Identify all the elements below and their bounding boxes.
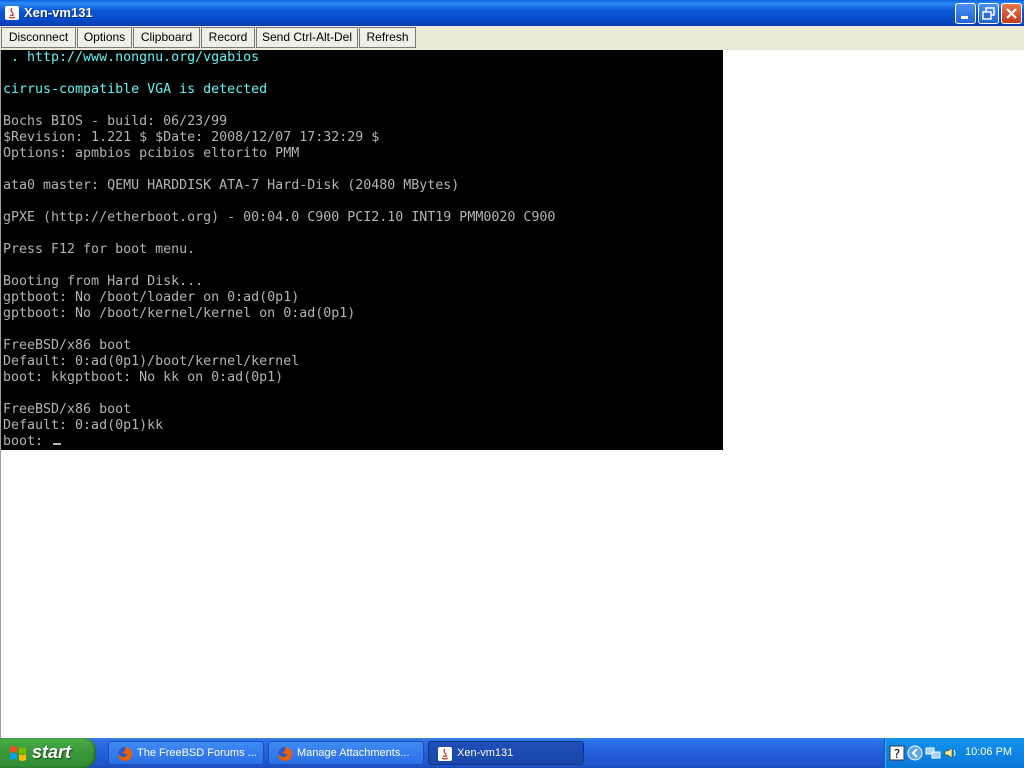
console-line: Bochs BIOS - build: 06/23/99 [3, 114, 228, 129]
console-line: Booting from Hard Disk... [3, 274, 204, 289]
start-button[interactable]: start [0, 738, 96, 768]
send-ctrl-alt-del-button[interactable]: Send Ctrl-Alt-Del [256, 27, 358, 48]
close-button[interactable] [1001, 3, 1022, 24]
clipboard-button[interactable]: Clipboard [133, 27, 200, 48]
system-tray: ? 10:06 PM [884, 738, 1024, 768]
disconnect-button[interactable]: Disconnect [1, 27, 76, 48]
taskbar: start The FreeBSD Forums ... Manage Atta… [0, 738, 1024, 768]
windows-flag-icon [9, 745, 27, 761]
console-prompt-line: boot: [3, 434, 62, 450]
java-icon [4, 5, 20, 21]
console-line: gptboot: No /boot/kernel/kernel on 0:ad(… [3, 306, 356, 321]
network-icon[interactable] [925, 745, 941, 761]
taskbar-item-label: Manage Attachments... [297, 747, 410, 759]
help-icon[interactable]: ? [889, 745, 905, 761]
console-line: $Revision: 1.221 $ $Date: 2008/12/07 17:… [3, 130, 380, 145]
console-line: . http://www.nongnu.org/vgabios [3, 50, 260, 65]
taskbar-clock[interactable]: 10:06 PM [965, 746, 1012, 758]
refresh-button[interactable]: Refresh [359, 27, 416, 48]
viewer-client-area: . http://www.nongnu.org/vgabios cirrus-c… [0, 50, 1024, 738]
svg-text:?: ? [894, 747, 900, 761]
console-line: Press F12 for boot menu. [3, 242, 196, 257]
options-button[interactable]: Options [77, 27, 132, 48]
text-cursor [53, 443, 62, 445]
volume-icon[interactable] [943, 745, 959, 761]
console-line: gptboot: No /boot/loader on 0:ad(0p1) [3, 290, 300, 305]
console-line: gPXE (http://etherboot.org) - 00:04.0 C9… [3, 210, 556, 225]
record-button[interactable]: Record [201, 27, 255, 48]
console-prompt: boot: [3, 434, 52, 449]
firefox-icon [117, 746, 133, 762]
console-line: ata0 master: QEMU HARDDISK ATA-7 Hard-Di… [3, 178, 460, 193]
tray-arrow-icon[interactable] [907, 745, 923, 761]
taskbar-item-freebsd-forums[interactable]: The FreeBSD Forums ... [108, 741, 264, 765]
console-line: cirrus-compatible VGA is detected [3, 82, 268, 97]
java-icon [437, 746, 453, 762]
taskbar-item-manage-attachments[interactable]: Manage Attachments... [268, 741, 424, 765]
taskbar-item-label: Xen-vm131 [457, 747, 514, 759]
vm-console[interactable]: . http://www.nongnu.org/vgabios cirrus-c… [1, 50, 723, 450]
console-line: Default: 0:ad(0p1)/boot/kernel/kernel [3, 354, 300, 369]
window-title: Xen-vm131 [24, 5, 93, 20]
console-line: FreeBSD/x86 boot [3, 402, 132, 417]
console-line: FreeBSD/x86 boot [3, 338, 132, 353]
console-line: boot: kkgptboot: No kk on 0:ad(0p1) [3, 370, 284, 385]
taskbar-item-xen-vm131[interactable]: Xen-vm131 [428, 741, 584, 765]
restore-button[interactable] [978, 3, 999, 24]
taskbar-item-label: The FreeBSD Forums ... [137, 747, 257, 759]
console-line: Options: apmbios pcibios eltorito PMM [3, 146, 300, 161]
minimize-button[interactable] [955, 3, 976, 24]
viewer-toolbar: Disconnect Options Clipboard Record Send… [0, 26, 1024, 51]
start-label: start [32, 742, 72, 762]
console-line: Default: 0:ad(0p1)kk [3, 418, 164, 433]
firefox-icon [277, 746, 293, 762]
title-bar[interactable]: Xen-vm131 [0, 0, 1024, 26]
